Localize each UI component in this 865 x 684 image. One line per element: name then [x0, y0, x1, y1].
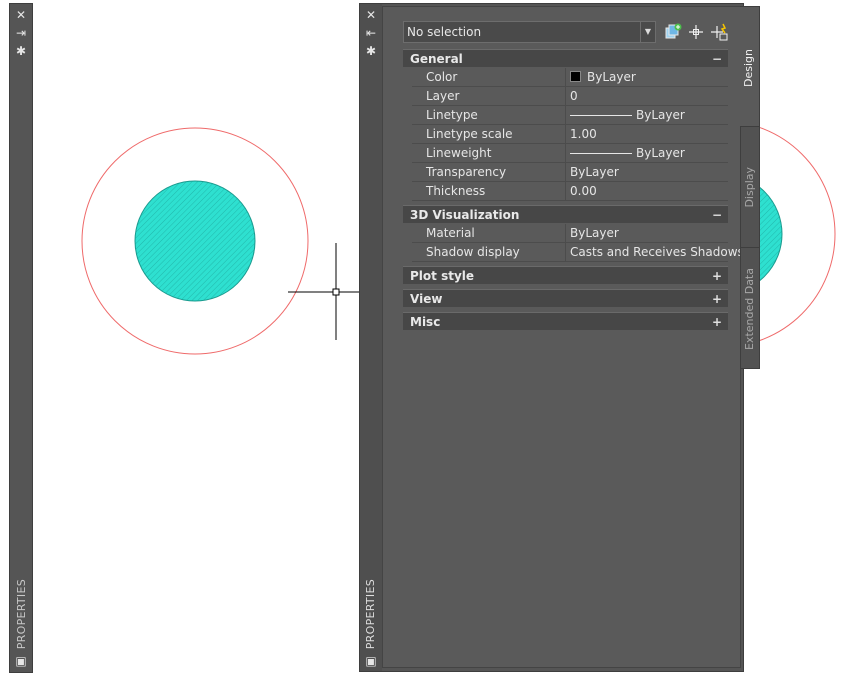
palette-title-strip[interactable]: ✕ ⇤ ✱ PROPERTIES ▣ — [360, 4, 382, 671]
selector-value: No selection — [407, 25, 482, 39]
close-icon[interactable]: ✕ — [14, 8, 28, 22]
select-objects-icon[interactable] — [686, 22, 706, 42]
chevron-down-icon[interactable]: ▼ — [640, 22, 655, 42]
object-type-dropdown[interactable]: No selection ▼ — [403, 21, 656, 43]
section-plot-style[interactable]: Plot style + — [403, 266, 728, 284]
section-view[interactable]: View + — [403, 289, 728, 307]
tab-display[interactable]: Display — [740, 126, 760, 248]
color-swatch-icon — [570, 71, 581, 82]
prop-row-lineweight[interactable]: Lineweight ByLayer — [412, 144, 728, 163]
palette-title: PROPERTIES — [364, 579, 377, 650]
prop-row-transparency[interactable]: Transparency ByLayer — [412, 163, 728, 182]
tab-extended-data[interactable]: Extended Data — [740, 247, 760, 369]
prop-row-shadow-display[interactable]: Shadow display Casts and Receives Shadow… — [412, 243, 744, 262]
prop-row-material[interactable]: Material ByLayer — [412, 224, 728, 243]
properties-content: No selection ▼ General − Color ByLayer L… — [382, 6, 744, 668]
collapse-icon[interactable]: − — [712, 50, 722, 68]
tab-design[interactable]: Design — [740, 6, 760, 127]
linetype-preview-icon — [570, 115, 632, 116]
auto-hide-icon[interactable]: ⇤ — [364, 26, 378, 40]
prop-row-color[interactable]: Color ByLayer — [412, 68, 728, 87]
section-general[interactable]: General − — [403, 49, 728, 67]
palette-title: PROPERTIES — [15, 579, 28, 650]
palette-menu-icon[interactable]: ▣ — [364, 654, 378, 668]
prop-row-thickness[interactable]: Thickness 0.00 — [412, 182, 728, 201]
prop-row-linetype-scale[interactable]: Linetype scale 1.00 — [412, 125, 728, 144]
settings-icon[interactable]: ✱ — [364, 44, 378, 58]
properties-palette[interactable]: ✕ ⇤ ✱ PROPERTIES ▣ No selection ▼ Genera… — [359, 3, 744, 672]
palette-menu-icon[interactable]: ▣ — [14, 654, 28, 668]
settings-icon[interactable]: ✱ — [14, 44, 28, 58]
hatched-circle[interactable] — [134, 180, 256, 302]
auto-hide-icon[interactable]: ⇥ — [14, 26, 28, 40]
lineweight-preview-icon — [570, 153, 632, 154]
expand-icon[interactable]: + — [712, 267, 722, 285]
toggle-pickadd-icon[interactable] — [663, 22, 683, 42]
prop-row-layer[interactable]: Layer 0 — [412, 87, 728, 106]
quick-select-icon[interactable] — [709, 22, 729, 42]
expand-icon[interactable]: + — [712, 290, 722, 308]
close-icon[interactable]: ✕ — [364, 8, 378, 22]
expand-icon[interactable]: + — [712, 313, 722, 331]
collapse-icon[interactable]: − — [712, 206, 722, 224]
left-properties-palette[interactable]: ✕ ⇥ ✱ PROPERTIES ▣ — [9, 3, 33, 673]
prop-row-linetype[interactable]: Linetype ByLayer — [412, 106, 728, 125]
crosshair-cursor — [288, 243, 360, 340]
section-3d-visualization[interactable]: 3D Visualization − — [403, 205, 728, 223]
section-misc[interactable]: Misc + — [403, 312, 728, 330]
